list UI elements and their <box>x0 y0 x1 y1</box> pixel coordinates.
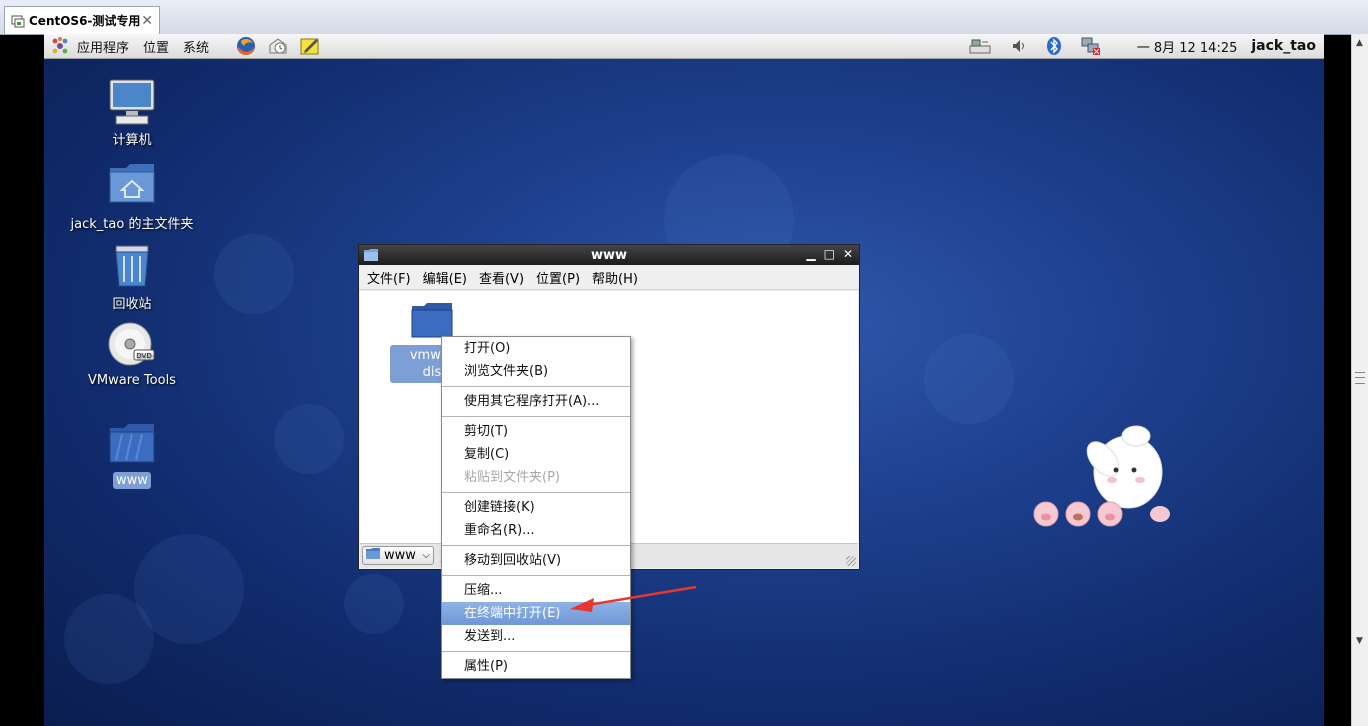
annotation-arrow-icon <box>570 585 697 612</box>
